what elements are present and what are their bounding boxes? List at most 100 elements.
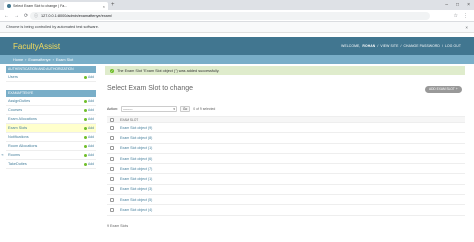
paginator: 9 Exam Slots [107, 224, 129, 228]
app-caption-examaftenye[interactable]: Examaftenye [6, 90, 96, 97]
object-link[interactable]: Exam Slot object (4) [120, 208, 152, 212]
row-checkbox[interactable] [110, 177, 114, 182]
infobar-close-icon[interactable]: × [465, 25, 468, 30]
add-label: Add [87, 153, 94, 157]
add-label: Add [87, 99, 94, 103]
add-link[interactable]: Add [83, 126, 94, 130]
back-icon[interactable]: ← [4, 12, 9, 20]
row-checkbox[interactable] [110, 125, 114, 130]
page-title: Select Exam Slot to change [107, 85, 193, 92]
bookmark-star-icon[interactable]: ☆ [454, 12, 458, 20]
breadcrumb-separator: › [25, 57, 27, 62]
maximize-icon[interactable]: □ [456, 1, 459, 9]
sidebar-item-label[interactable]: Users [8, 75, 84, 79]
browser-tab[interactable]: Select Exam Slot to change | Fa... × [4, 2, 108, 10]
new-tab-button[interactable]: + [111, 2, 115, 9]
add-label: Add [87, 162, 94, 166]
sidebar-item-exam-allocations[interactable]: Exam Allocations Add [6, 115, 96, 124]
success-message-text: The Exam Slot "Exam Slot object (") was … [117, 68, 220, 73]
sidebar-item-label[interactable]: AssignDuties [8, 99, 84, 103]
column-header-exam-slot[interactable]: EXAM SLOT [120, 118, 138, 122]
reload-icon[interactable]: ⟳ [24, 12, 28, 20]
object-link[interactable]: Exam Slot object (7) [120, 167, 152, 171]
sidebar-item-label[interactable]: Rooms [8, 153, 84, 157]
sidebar-item-exam-slots[interactable]: Exam Slots Add [6, 124, 96, 133]
site-branding[interactable]: FacultyAssist [13, 42, 341, 51]
add-link[interactable]: Add [83, 162, 94, 166]
browser-toolbar: ← → ⟳ ⓘ 127.0.0.1:8000/admin/examaftenye… [0, 10, 474, 22]
table-row: Exam Slot object (3) [107, 185, 465, 196]
object-link[interactable]: Exam Slot object (3) [120, 187, 152, 191]
breadcrumb-home[interactable]: Home [13, 58, 23, 62]
add-label: Add [87, 108, 94, 112]
change-password-link[interactable]: CHANGE PASSWORD [404, 44, 440, 48]
selected-count: 0 of 9 selected [193, 107, 216, 111]
breadcrumb-app[interactable]: Examaftenye [28, 58, 50, 62]
row-checkbox[interactable] [110, 208, 114, 213]
sidebar-item-label[interactable]: Room Allocations [8, 144, 84, 148]
user-tools: WELCOME, ROHAN / VIEW SITE / CHANGE PASS… [341, 44, 461, 48]
add-icon [83, 162, 87, 166]
sidebar-item-rooms[interactable]: Rooms Add [6, 151, 96, 160]
object-link[interactable]: Exam Slot object (5) [120, 198, 152, 202]
separator: / [400, 44, 402, 48]
separator: / [377, 44, 379, 48]
close-window-icon[interactable]: × [467, 1, 470, 9]
sidebar-item-courses[interactable]: Courses Add [6, 106, 96, 115]
app-caption-auth[interactable]: Authentication and Authorization [6, 66, 96, 73]
row-checkbox[interactable] [110, 156, 114, 161]
table-row: Exam Slot object (5) [107, 195, 465, 206]
view-site-link[interactable]: VIEW SITE [380, 44, 398, 48]
sidebar-item-notifications[interactable]: Notifications Add [6, 133, 96, 142]
sidebar-item-label[interactable]: TakeDuties [8, 162, 84, 166]
url-bar[interactable]: ⓘ 127.0.0.1:8000/admin/examaftenye/exam/ [30, 12, 430, 20]
sidebar-item-room-allocations[interactable]: Room Allocations Add [6, 142, 96, 151]
add-link[interactable]: Add [83, 135, 94, 139]
add-label: Add [87, 144, 94, 148]
add-icon [83, 153, 87, 157]
table-row: Exam Slot object (1) [107, 144, 465, 154]
table-row: Exam Slot object (4) [107, 205, 465, 216]
browser-menu-icon[interactable]: ⋮ [463, 12, 468, 20]
toggle-sidebar-icon[interactable]: « [0, 150, 5, 160]
table-header: EXAM SLOT [107, 116, 465, 123]
favicon-icon [7, 4, 11, 8]
go-button[interactable]: Go [180, 106, 191, 112]
sidebar-item-users[interactable]: Users Add [6, 73, 96, 82]
automation-infobar: Chrome is being controlled by automated … [0, 22, 474, 33]
logout-link[interactable]: LOG OUT [445, 44, 461, 48]
add-link[interactable]: Add [83, 117, 94, 121]
add-link[interactable]: Add [83, 144, 94, 148]
object-link[interactable]: Exam Slot object (1) [120, 146, 152, 150]
object-link[interactable]: Exam Slot object (1) [120, 177, 152, 181]
sidebar-item-label[interactable]: Notifications [8, 135, 84, 139]
sidebar-item-label[interactable]: Exam Allocations [8, 117, 84, 121]
select-all-checkbox[interactable] [110, 117, 114, 122]
forward-icon[interactable]: → [14, 12, 19, 20]
row-checkbox[interactable] [110, 135, 114, 140]
row-checkbox[interactable] [110, 197, 114, 202]
sidebar-item-label[interactable]: Exam Slots [8, 126, 84, 130]
sidebar-item-label[interactable]: Courses [8, 108, 84, 112]
add-link[interactable]: Add [83, 99, 94, 103]
site-info-icon[interactable]: ⓘ [34, 13, 38, 19]
tab-close-icon[interactable]: × [103, 4, 105, 9]
add-link[interactable]: Add [83, 108, 94, 112]
object-link[interactable]: Exam Slot object (9) [120, 126, 152, 130]
welcome-text: WELCOME, [341, 44, 361, 48]
plus-icon: + [455, 87, 458, 91]
add-label: ADD EXAM SLOT [429, 87, 455, 91]
minimize-icon[interactable]: – [445, 1, 448, 9]
object-link[interactable]: Exam Slot object (6) [120, 157, 152, 161]
action-select[interactable]: --------- ▾ [121, 106, 177, 112]
row-checkbox[interactable] [110, 166, 114, 171]
row-checkbox[interactable] [110, 146, 114, 151]
add-exam-slot-button[interactable]: ADD EXAM SLOT + [425, 86, 462, 93]
object-link[interactable]: Exam Slot object (8) [120, 136, 152, 140]
add-icon [83, 126, 87, 130]
sidebar-item-assignduties[interactable]: AssignDuties Add [6, 97, 96, 106]
sidebar-item-takeduties[interactable]: TakeDuties Add [6, 160, 96, 169]
add-link[interactable]: Add [83, 153, 94, 157]
row-checkbox[interactable] [110, 187, 114, 192]
add-link[interactable]: Add [83, 75, 94, 79]
